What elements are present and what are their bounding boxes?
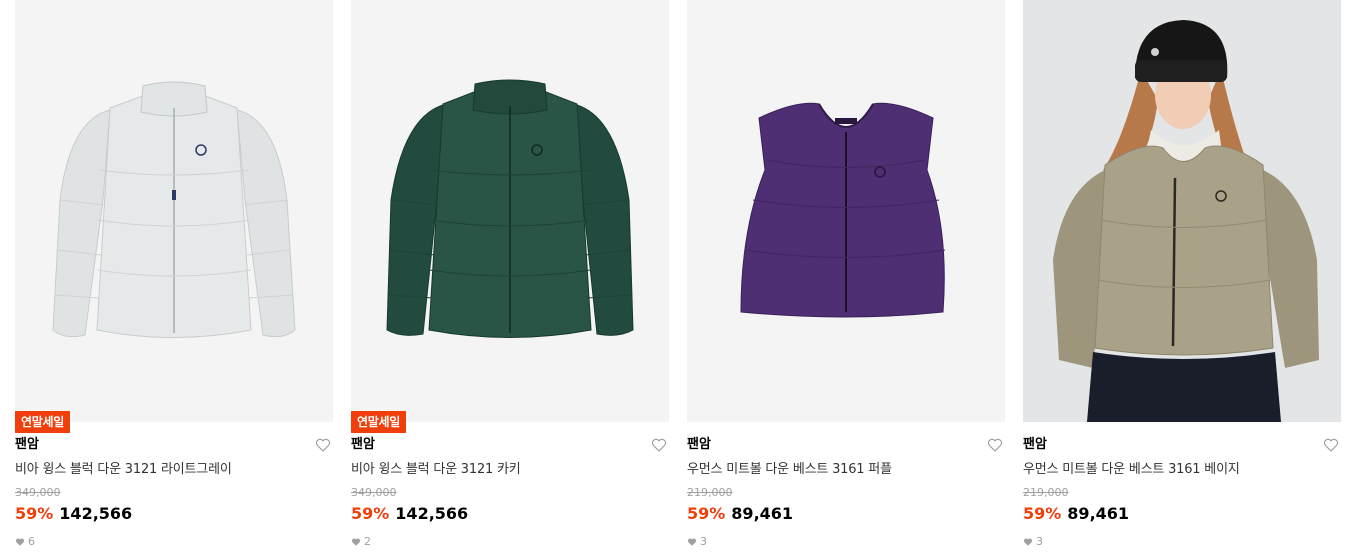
original-price: 219,000 (1023, 486, 1069, 499)
like-count-value: 3 (1036, 535, 1043, 548)
like-count: 3 (1023, 535, 1043, 549)
brand-name[interactable]: 팬암 (687, 436, 711, 454)
product-card[interactable]: 팬암 우먼스 미트볼 다운 베스트 3161 퍼플 219,000 59% 89,… (687, 0, 1005, 559)
brand-name[interactable]: 팬암 (1023, 436, 1047, 454)
product-image[interactable] (351, 0, 669, 422)
product-name[interactable]: 비아 윙스 블럭 다운 3121 라이트그레이 (15, 461, 232, 479)
original-price: 349,000 (351, 486, 397, 499)
like-count-value: 2 (364, 535, 371, 548)
model-photo-image (1053, 20, 1319, 422)
sale-badge: 연말세일 (15, 411, 70, 433)
product-name[interactable]: 우먼스 미트볼 다운 베스트 3161 베이지 (1023, 461, 1240, 479)
sale-price: 142,566 (395, 504, 469, 523)
heart-filled-icon (351, 538, 361, 546)
puffer-jacket-image (386, 79, 634, 338)
original-price: 219,000 (687, 486, 733, 499)
original-price: 349,000 (15, 486, 61, 499)
sale-badge: 연말세일 (351, 411, 406, 433)
price-row: 59% 89,461 (687, 504, 793, 524)
discount-rate: 59% (1023, 504, 1062, 523)
heart-outline-icon[interactable] (987, 437, 1003, 453)
like-count: 3 (687, 535, 707, 549)
like-count: 2 (351, 535, 371, 549)
product-card[interactable]: 팬암 우먼스 미트볼 다운 베스트 3161 베이지 219,000 59% 89… (1023, 0, 1341, 559)
product-name[interactable]: 우먼스 미트볼 다운 베스트 3161 퍼플 (687, 461, 892, 479)
like-count-value: 3 (700, 535, 707, 548)
heart-filled-icon (15, 538, 25, 546)
product-grid: 연말세일 팬암 비아 윙스 블럭 다운 3121 라이트그레이 349,000 … (0, 0, 1351, 559)
sale-price: 89,461 (1067, 504, 1130, 523)
product-image[interactable] (687, 0, 1005, 422)
like-count: 6 (15, 535, 35, 549)
price-row: 59% 142,566 (15, 504, 132, 524)
product-image[interactable] (1023, 0, 1341, 422)
product-image[interactable] (15, 0, 333, 422)
heart-filled-icon (687, 538, 697, 546)
product-name[interactable]: 비아 윙스 블럭 다운 3121 카키 (351, 461, 521, 479)
sale-price: 142,566 (59, 504, 133, 523)
discount-rate: 59% (15, 504, 54, 523)
heart-outline-icon[interactable] (1323, 437, 1339, 453)
product-card[interactable]: 연말세일 팬암 비아 윙스 블럭 다운 3121 라이트그레이 349,000 … (15, 0, 333, 559)
price-row: 59% 142,566 (351, 504, 468, 524)
brand-name[interactable]: 팬암 (351, 436, 375, 454)
price-row: 59% 89,461 (1023, 504, 1129, 524)
like-count-value: 6 (28, 535, 35, 548)
heart-filled-icon (1023, 538, 1033, 546)
brand-name[interactable]: 팬암 (15, 436, 39, 454)
puffer-jacket-image (52, 81, 296, 338)
discount-rate: 59% (351, 504, 390, 523)
heart-outline-icon[interactable] (315, 437, 331, 453)
sale-price: 89,461 (731, 504, 794, 523)
product-card[interactable]: 연말세일 팬암 비아 윙스 블럭 다운 3121 카키 349,000 59% 1… (351, 0, 669, 559)
discount-rate: 59% (687, 504, 726, 523)
heart-outline-icon[interactable] (651, 437, 667, 453)
down-vest-image (740, 102, 946, 318)
